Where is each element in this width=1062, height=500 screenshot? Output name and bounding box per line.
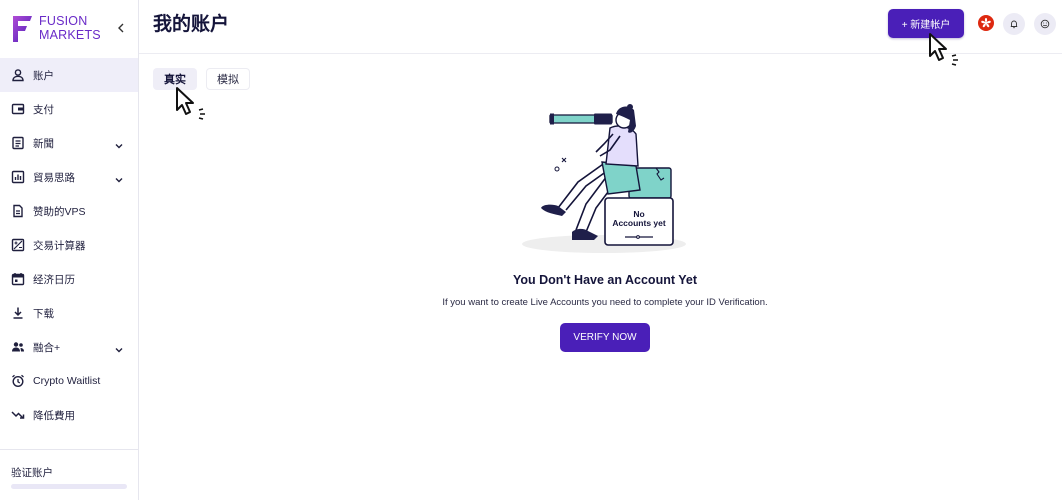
verify-account-label: 验证账户	[11, 467, 53, 479]
figure-torso	[605, 125, 639, 167]
tab-demo[interactable]: 模拟	[206, 68, 250, 90]
sidebar-item-lower-fees[interactable]: 降低費用	[0, 398, 138, 432]
news-icon	[11, 136, 25, 150]
brand-name-line2: MARKETS	[39, 28, 101, 42]
document-icon	[11, 204, 25, 218]
hong-kong-flag-icon[interactable]	[978, 15, 994, 31]
no-accounts-illustration: No Accounts yet	[522, 104, 686, 253]
sidebar-item-label: 支付	[33, 103, 54, 116]
sidebar-item-fusion-plus[interactable]: 融合+	[0, 330, 138, 364]
sparkle-x	[561, 157, 567, 163]
chevron-down-icon	[114, 138, 124, 149]
chevron-left-icon	[118, 23, 124, 33]
figure-shoe-back	[541, 204, 566, 216]
calculator-icon	[11, 238, 25, 252]
figure-leg-back	[557, 161, 607, 209]
verify-progress-bar	[11, 484, 127, 489]
sidebar-item-label: 账户	[33, 69, 54, 82]
alarm-clock-icon	[11, 374, 25, 388]
sidebar-item-label: 下载	[33, 307, 54, 320]
tab-live[interactable]: 真实	[153, 68, 197, 90]
sidebar-item-label: Crypto Waitlist	[33, 375, 101, 387]
brand-name: FUSION MARKETS	[39, 14, 101, 42]
sidebar-item-label: 新聞	[33, 137, 54, 150]
chevron-down-icon	[114, 172, 124, 183]
empty-state-title: You Don't Have an Account Yet	[512, 273, 698, 287]
chevron-down-icon	[114, 342, 124, 353]
download-icon	[11, 306, 25, 320]
sidebar-collapse-button[interactable]	[114, 20, 128, 36]
page-title: 我的账户	[153, 14, 230, 35]
profile-button[interactable]	[1034, 13, 1056, 35]
sidebar-item-sponsored-vps[interactable]: 赞助的VPS	[0, 194, 138, 228]
verify-account-panel[interactable]: 验证账户	[0, 449, 138, 500]
app-root: FUSION MARKETS 账户 支付 新聞 貿易思路 赞助的VPS 交易计算…	[0, 0, 1062, 500]
sidebar-item-accounts[interactable]: 账户	[0, 58, 138, 92]
fusion-logo-icon	[13, 16, 32, 42]
account-type-tabs: 真实 模拟	[153, 68, 259, 92]
top-header: 我的账户 + 新建帐户	[139, 0, 1062, 54]
figure-shoe-front	[572, 228, 598, 240]
sidebar-item-payments[interactable]: 支付	[0, 92, 138, 126]
brand-logo[interactable]: FUSION MARKETS	[10, 12, 120, 46]
sidebar-item-news[interactable]: 新聞	[0, 126, 138, 160]
sign-text-line2: Accounts yet	[612, 218, 666, 228]
sidebar-item-label: 貿易思路	[33, 171, 75, 184]
figure-skirt	[601, 161, 641, 195]
calendar-icon	[11, 272, 25, 286]
brand-name-line1: FUSION	[39, 14, 88, 28]
notifications-button[interactable]	[1003, 13, 1025, 35]
sidebar-item-trade-calculator[interactable]: 交易计算器	[0, 228, 138, 262]
sidebar-item-label: 融合+	[33, 341, 61, 354]
group-icon	[11, 340, 25, 354]
wallet-icon	[11, 102, 25, 116]
smiley-icon	[1040, 19, 1050, 29]
sidebar-nav: 账户 支付 新聞 貿易思路 赞助的VPS 交易计算器 经济日历 下载 融合+ C…	[0, 58, 138, 432]
new-account-button[interactable]: + 新建帐户	[888, 9, 964, 38]
sidebar-item-economic-calendar[interactable]: 经济日历	[0, 262, 138, 296]
sidebar-item-label: 赞助的VPS	[33, 205, 86, 218]
sidebar-item-crypto-waitlist[interactable]: Crypto Waitlist	[0, 364, 138, 398]
trending-down-icon	[11, 408, 25, 422]
sidebar-item-trading-ideas[interactable]: 貿易思路	[0, 160, 138, 194]
verify-now-button[interactable]: VERIFY NOW	[560, 323, 650, 352]
person-icon	[11, 68, 25, 82]
bell-icon	[1010, 20, 1018, 29]
sidebar-item-label: 降低費用	[33, 409, 75, 422]
sidebar: FUSION MARKETS 账户 支付 新聞 貿易思路 赞助的VPS 交易计算…	[0, 0, 139, 500]
sidebar-item-label: 经济日历	[33, 273, 75, 286]
empty-state-description: If you want to create Live Accounts you …	[442, 297, 768, 308]
sidebar-item-downloads[interactable]: 下载	[0, 296, 138, 330]
chart-icon	[11, 170, 25, 184]
sidebar-item-label: 交易计算器	[33, 239, 86, 252]
